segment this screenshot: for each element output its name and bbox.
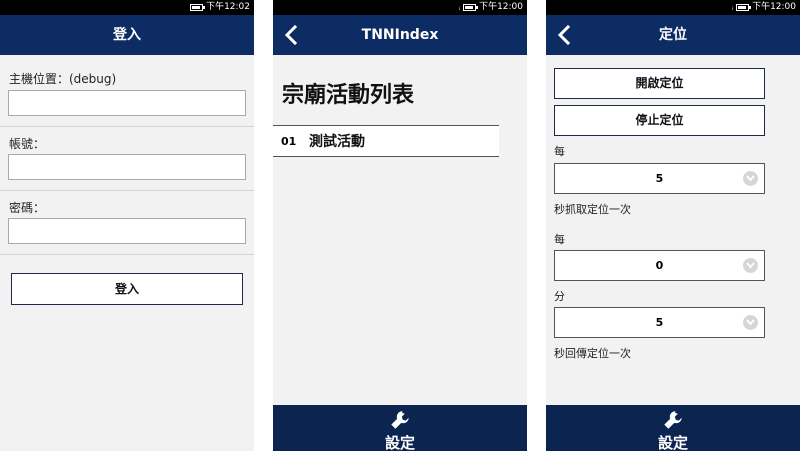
status-time: 下午12:00 xyxy=(479,2,523,12)
page-title: 登入 xyxy=(113,27,141,43)
item-name: 測試活動 xyxy=(309,134,365,150)
fetch-suffix-label: 秒抓取定位一次 xyxy=(554,203,631,216)
divider xyxy=(0,254,254,255)
upload-seconds-select[interactable]: 5 xyxy=(554,307,765,338)
interval-seconds-select[interactable]: 5 xyxy=(554,163,765,194)
battery-icon xyxy=(463,4,479,11)
signal-icon: ᵢ xyxy=(731,3,734,12)
login-button[interactable]: 登入 xyxy=(11,273,243,305)
chevron-left-icon[interactable] xyxy=(279,23,303,47)
select-value: 5 xyxy=(655,172,664,185)
index-screen: ᵢ 下午12:00 TNNIndex 宗廟活動列表 01 測試活動 設定 xyxy=(273,0,527,451)
page-title: 定位 xyxy=(659,27,687,43)
status-bar: ᵢ 下午12:00 xyxy=(273,0,527,15)
wrench-icon xyxy=(391,411,409,429)
stop-location-button[interactable]: 停止定位 xyxy=(554,105,765,136)
item-number: 01 xyxy=(281,134,297,148)
chevron-down-icon xyxy=(743,171,758,186)
host-label: 主機位置：(debug) xyxy=(9,72,117,86)
chevron-down-icon xyxy=(743,258,758,273)
settings-bar[interactable]: 設定 xyxy=(546,405,800,451)
minutes-label: 分 xyxy=(554,290,565,303)
select-value: 5 xyxy=(655,316,664,329)
list-title: 宗廟活動列表 xyxy=(282,83,415,108)
navbar: TNNIndex xyxy=(273,15,527,55)
signal-icon: ᵢ xyxy=(458,3,461,12)
battery-icon xyxy=(736,4,752,11)
chevron-down-icon xyxy=(743,315,758,330)
password-label: 密碼： xyxy=(9,201,46,215)
status-time: 下午12:00 xyxy=(752,2,796,12)
divider xyxy=(0,190,254,191)
chevron-left-icon[interactable] xyxy=(552,23,576,47)
password-input[interactable] xyxy=(8,218,246,244)
wrench-icon xyxy=(664,411,682,429)
select-value: 0 xyxy=(655,259,664,272)
host-input[interactable] xyxy=(8,90,246,116)
page-title: TNNIndex xyxy=(361,27,439,43)
every-label: 每 xyxy=(554,233,565,246)
settings-label: 設定 xyxy=(657,434,688,451)
upload-suffix-label: 秒回傳定位一次 xyxy=(554,347,631,360)
status-time: 下午12:02 xyxy=(206,2,250,12)
account-label: 帳號： xyxy=(9,137,46,151)
location-screen: ᵢ 下午12:00 定位 開啟定位 停止定位 每 5 秒抓取定位一次 每 0 分… xyxy=(546,0,800,451)
settings-label: 設定 xyxy=(384,434,415,451)
navbar: 登入 xyxy=(0,15,254,55)
minutes-select[interactable]: 0 xyxy=(554,250,765,281)
list-item[interactable]: 01 測試活動 xyxy=(273,125,499,157)
start-location-button[interactable]: 開啟定位 xyxy=(554,68,765,99)
divider xyxy=(0,126,254,127)
battery-icon xyxy=(190,4,206,11)
login-screen: 下午12:02 登入 主機位置：(debug) 帳號： 密碼： 登入 xyxy=(0,0,254,451)
navbar: 定位 xyxy=(546,15,800,55)
every-label: 每 xyxy=(554,145,565,158)
account-input[interactable] xyxy=(8,154,246,180)
status-bar: ᵢ 下午12:00 xyxy=(546,0,800,15)
status-bar: 下午12:02 xyxy=(0,0,254,15)
settings-bar[interactable]: 設定 xyxy=(273,405,527,451)
